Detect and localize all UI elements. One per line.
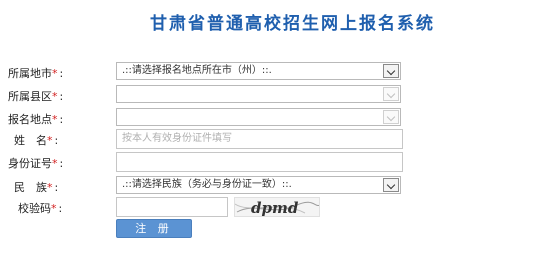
- captcha-input[interactable]: [116, 197, 228, 217]
- required-mark: *: [47, 181, 53, 194]
- name-row: 姓 名*: 按本人有效身份证件填写: [0, 129, 540, 151]
- city-label: 所属地市*:: [8, 67, 64, 80]
- name-input[interactable]: 按本人有效身份证件填写: [116, 129, 403, 149]
- site-row: 报名地点*:: [0, 108, 540, 130]
- id-number-label: 身份证号*:: [8, 157, 64, 170]
- chevron-down-icon[interactable]: [383, 87, 399, 101]
- city-row: 所属地市*: .::请选择报名地点所在市（州）::.: [0, 62, 540, 84]
- required-mark: *: [47, 134, 53, 147]
- chevron-down-icon[interactable]: [383, 110, 399, 124]
- required-mark: *: [52, 113, 58, 126]
- city-select[interactable]: .::请选择报名地点所在市（州）::.: [116, 62, 401, 80]
- captcha-text: dpmd: [251, 199, 299, 217]
- captcha-image[interactable]: dpmd: [234, 197, 320, 217]
- ethnicity-label: 民 族*:: [14, 181, 59, 194]
- captcha-row: 校验码*: dpmd: [0, 197, 540, 219]
- register-button[interactable]: 注 册: [116, 219, 192, 238]
- chevron-down-icon[interactable]: [383, 64, 399, 78]
- county-select[interactable]: [116, 85, 401, 103]
- site-label: 报名地点*:: [8, 113, 64, 126]
- city-select-value: .::请选择报名地点所在市（州）::.: [122, 65, 272, 76]
- county-label: 所属县区*:: [8, 90, 64, 103]
- required-mark: *: [52, 157, 58, 170]
- county-row: 所属县区*:: [0, 85, 540, 107]
- captcha-label: 校验码*:: [18, 202, 63, 215]
- name-label: 姓 名*:: [14, 134, 59, 147]
- chevron-down-icon[interactable]: [383, 178, 399, 192]
- id-number-input[interactable]: [116, 152, 403, 172]
- required-mark: *: [52, 67, 58, 80]
- captcha-graphic: dpmd: [235, 199, 319, 217]
- ethnicity-select-value: .::请选择民族（务必与身份证一致）::.: [122, 179, 292, 190]
- ethnicity-row: 民 族*: .::请选择民族（务必与身份证一致）::.: [0, 176, 540, 198]
- site-select[interactable]: [116, 108, 401, 126]
- id-number-row: 身份证号*:: [0, 152, 540, 174]
- required-mark: *: [52, 90, 58, 103]
- page-title: 甘肃省普通高校招生网上报名系统: [150, 14, 435, 34]
- required-mark: *: [51, 202, 57, 215]
- ethnicity-select[interactable]: .::请选择民族（务必与身份证一致）::.: [116, 176, 401, 194]
